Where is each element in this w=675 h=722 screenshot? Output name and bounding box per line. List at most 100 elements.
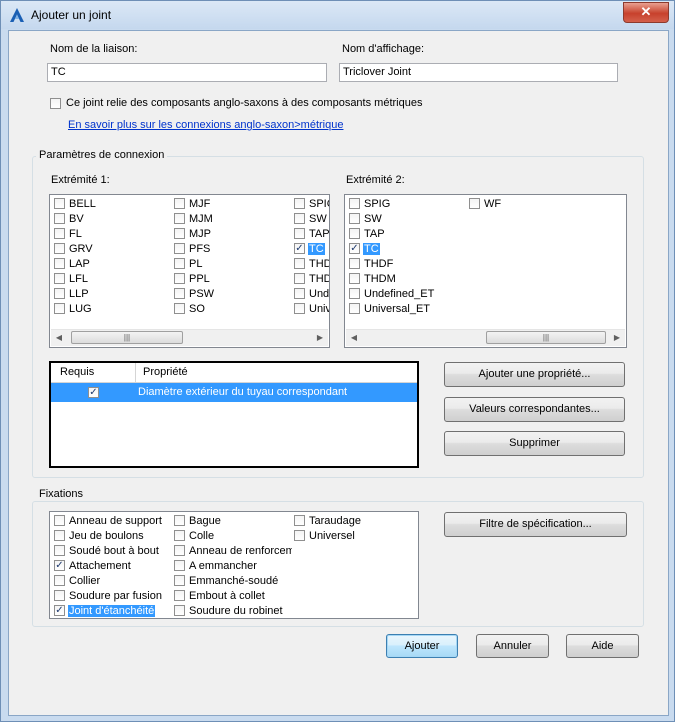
list-item-checkbox[interactable] [174, 515, 185, 526]
list-item[interactable]: Jeu de boulons [54, 529, 172, 544]
list-item[interactable]: LUG [54, 302, 172, 317]
list-item-checkbox[interactable] [54, 530, 65, 541]
list-item-checkbox[interactable] [174, 228, 185, 239]
list-item[interactable]: SPIG [294, 197, 329, 212]
close-button[interactable]: ✕ [623, 2, 669, 23]
list-item[interactable]: FL [54, 227, 172, 242]
display-name-input[interactable]: Triclover Joint [339, 63, 618, 82]
list-item-checkbox[interactable] [349, 288, 360, 299]
list-item[interactable]: GRV [54, 242, 172, 257]
list-item[interactable]: THDM [294, 272, 329, 287]
list-item-checkbox[interactable]: ✓ [54, 605, 65, 616]
list-item-checkbox[interactable]: ✓ [54, 560, 65, 571]
fasteners-listbox[interactable]: Anneau de support Jeu de boulons Soudé bou… [49, 511, 419, 619]
list-item-checkbox[interactable] [174, 560, 185, 571]
list-item[interactable]: Undefined_ET [294, 287, 329, 302]
list-item-checkbox[interactable] [174, 575, 185, 586]
list-item[interactable]: ✓ Attachement [54, 559, 172, 574]
list-item[interactable]: Undefined_ET [349, 287, 467, 302]
list-item-checkbox[interactable]: ✓ [294, 243, 305, 254]
list-item-checkbox[interactable] [294, 530, 305, 541]
list-item-checkbox[interactable] [349, 213, 360, 224]
list-item-checkbox[interactable] [294, 288, 305, 299]
list-item[interactable]: MJF [174, 197, 292, 212]
list-item[interactable]: Emmanché-soudé [174, 574, 292, 589]
list-item[interactable]: Soudure par fusion [54, 589, 172, 604]
scroll-thumb[interactable]: ||| [71, 331, 183, 344]
list-item-checkbox[interactable] [349, 303, 360, 314]
list-item-checkbox[interactable] [174, 258, 185, 269]
list-item[interactable]: Collier [54, 574, 172, 589]
list-item-checkbox[interactable] [174, 545, 185, 556]
list-item[interactable]: PPL [174, 272, 292, 287]
title-bar[interactable]: Ajouter un joint ✕ [1, 1, 674, 29]
list-item-checkbox[interactable] [54, 303, 65, 314]
list-item[interactable]: PSW [174, 287, 292, 302]
cancel-button[interactable]: Annuler [476, 634, 549, 658]
list-item[interactable]: Soudure du robinet [174, 604, 292, 618]
list-item-checkbox[interactable] [54, 575, 65, 586]
connection-name-input[interactable]: TC [47, 63, 327, 82]
list-item[interactable]: PL [174, 257, 292, 272]
column-required[interactable]: Requis [60, 366, 94, 378]
list-item-checkbox[interactable] [54, 590, 65, 601]
list-item-checkbox[interactable] [174, 243, 185, 254]
list-item[interactable]: Embout à collet [174, 589, 292, 604]
list-item[interactable]: Anneau de support [54, 514, 172, 529]
list-item-checkbox[interactable] [294, 228, 305, 239]
list-item[interactable]: WF [469, 197, 587, 212]
imperial-metric-help-link[interactable]: En savoir plus sur les connexions anglo-… [68, 119, 343, 131]
scroll-thumb[interactable]: ||| [486, 331, 606, 344]
list-item-checkbox[interactable] [174, 273, 185, 284]
list-item-checkbox[interactable] [349, 198, 360, 209]
list-item-checkbox[interactable] [54, 273, 65, 284]
list-item[interactable]: Universal_ET [349, 302, 467, 317]
list-item-checkbox[interactable] [54, 198, 65, 209]
add-property-button[interactable]: Ajouter une propriété... [444, 362, 625, 387]
list-item-checkbox[interactable] [174, 605, 185, 616]
list-item-checkbox[interactable] [294, 213, 305, 224]
list-item-checkbox[interactable] [294, 303, 305, 314]
list-item[interactable]: THDF [294, 257, 329, 272]
add-button[interactable]: Ajouter [386, 634, 458, 658]
matching-values-button[interactable]: Valeurs correspondantes... [444, 397, 625, 422]
list-item[interactable]: LLP [54, 287, 172, 302]
table-row[interactable]: ✓ Diamètre extérieur du tuyau correspond… [51, 383, 417, 402]
end1-scrollbar[interactable]: ◀ ||| ▶ [51, 329, 328, 346]
spec-filter-button[interactable]: Filtre de spécification... [444, 512, 627, 537]
list-item-checkbox[interactable] [294, 515, 305, 526]
scroll-right-icon[interactable]: ▶ [609, 330, 625, 346]
help-button[interactable]: Aide [566, 634, 639, 658]
list-item-checkbox[interactable] [54, 258, 65, 269]
list-item-checkbox[interactable] [54, 228, 65, 239]
list-item-checkbox[interactable] [174, 213, 185, 224]
column-property[interactable]: Propriété [143, 366, 188, 378]
list-item-checkbox[interactable] [174, 198, 185, 209]
list-item[interactable]: THDM [349, 272, 467, 287]
list-item-checkbox[interactable] [294, 198, 305, 209]
list-item[interactable]: SPIG [349, 197, 467, 212]
properties-table[interactable]: Requis Propriété ✓ Diamètre extérieur du… [49, 361, 419, 468]
list-item-checkbox[interactable] [294, 273, 305, 284]
end1-listbox[interactable]: ◀ ||| ▶ BELL BV FL GRV LAP LFL LLP LUG MJF MJM MJP… [49, 194, 330, 348]
delete-button[interactable]: Supprimer [444, 431, 625, 456]
list-item[interactable]: BELL [54, 197, 172, 212]
scroll-left-icon[interactable]: ◀ [51, 330, 67, 346]
list-item-checkbox[interactable] [349, 273, 360, 284]
list-item[interactable]: SW [349, 212, 467, 227]
list-item-checkbox[interactable] [174, 303, 185, 314]
list-item[interactable]: Universel [294, 529, 412, 544]
list-item[interactable]: LFL [54, 272, 172, 287]
list-item[interactable]: Universal_ET [294, 302, 329, 317]
list-item[interactable]: TAP [349, 227, 467, 242]
list-item-checkbox[interactable] [54, 213, 65, 224]
list-item[interactable]: SW [294, 212, 329, 227]
list-item[interactable]: SO [174, 302, 292, 317]
list-item-checkbox[interactable] [349, 228, 360, 239]
list-item-checkbox[interactable] [349, 258, 360, 269]
list-item-checkbox[interactable] [174, 288, 185, 299]
list-item[interactable]: LAP [54, 257, 172, 272]
list-item[interactable]: THDF [349, 257, 467, 272]
list-item[interactable]: MJP [174, 227, 292, 242]
list-item-checkbox[interactable] [54, 515, 65, 526]
